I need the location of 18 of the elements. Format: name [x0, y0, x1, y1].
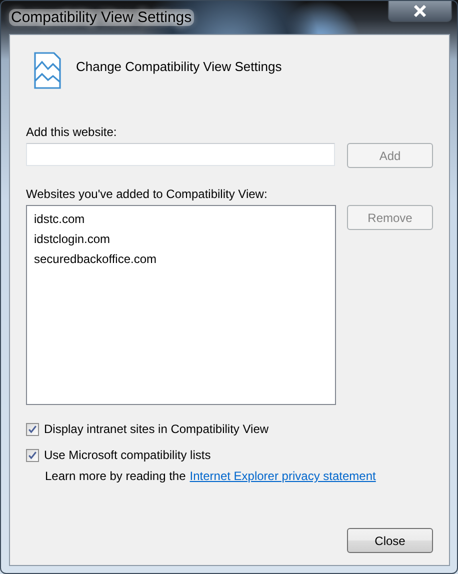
checkbox-label: Use Microsoft compatibility lists — [44, 448, 211, 462]
privacy-link[interactable]: Internet Explorer privacy statement — [190, 469, 376, 483]
close-dialog-button[interactable]: Close — [347, 528, 433, 553]
close-button[interactable] — [388, 1, 452, 22]
list-item[interactable]: idstclogin.com — [33, 231, 329, 247]
website-list[interactable]: idstc.com idstclogin.com securedbackoffice.com — [26, 205, 336, 405]
list-item[interactable]: securedbackoffice.com — [33, 251, 329, 267]
list-item[interactable]: idstc.com — [33, 211, 329, 227]
checkbox[interactable] — [26, 448, 39, 462]
document-icon — [34, 52, 61, 89]
checkbox[interactable] — [26, 422, 39, 436]
list-label: Websites you've added to Compatibility View: — [26, 187, 268, 201]
dialog-heading: Change Compatibility View Settings — [76, 59, 282, 74]
close-icon — [413, 5, 427, 17]
field-label: Add this website: — [26, 125, 118, 139]
info-text: Learn more by reading the — [45, 469, 186, 483]
website-field[interactable] — [26, 143, 335, 166]
checkbox-label: Display intranet sites in Compatibility View — [44, 422, 269, 436]
